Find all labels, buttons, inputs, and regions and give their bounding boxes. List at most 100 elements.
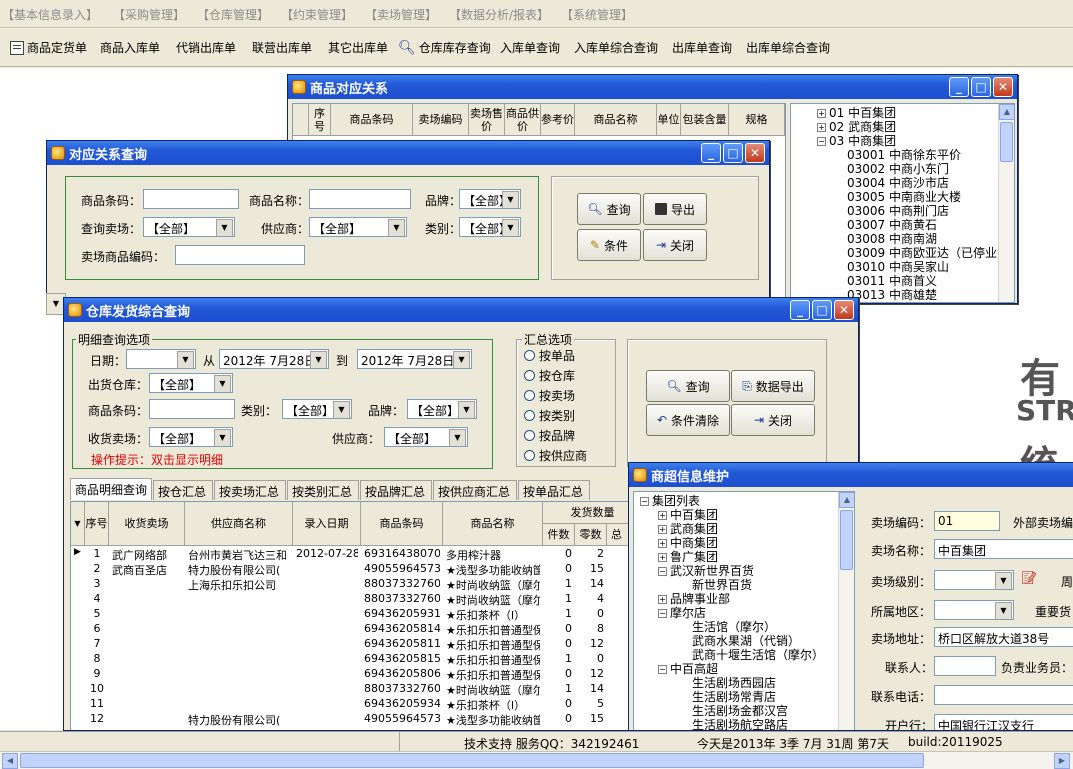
col-header[interactable]: 序号 — [309, 104, 331, 136]
scroll-thumb[interactable] — [20, 753, 924, 768]
tree-node[interactable]: 武商十堰生活馆（摩尔） — [692, 648, 824, 662]
radio-by-store[interactable]: 按卖场 — [524, 387, 575, 404]
category-select[interactable]: 【全部】 — [282, 399, 352, 419]
close-shipment-button[interactable]: ⇥ 关闭 — [731, 404, 815, 436]
store-tree[interactable]: +01 中百集团 +02 武商集团 −03 中商集团 03001 中商徐东平价 0300… — [790, 103, 1015, 303]
table-row[interactable]: 12 特力股份有限公司(490559645731 ★浅型多功能收纳筐 0 15 — [71, 711, 643, 727]
barcode-input[interactable] — [143, 189, 239, 209]
expand-icon[interactable]: + — [658, 539, 667, 548]
menu-basic-info[interactable]: 【基本信息录入】 — [2, 6, 98, 23]
tree-node[interactable]: 03005 中南商业大楼 — [847, 190, 961, 204]
expand-icon[interactable]: + — [658, 553, 667, 562]
menu-constraint[interactable]: 【约束管理】 — [281, 6, 353, 23]
collapse-icon[interactable]: − — [640, 497, 649, 506]
col-header[interactable]: 规格 — [729, 104, 785, 136]
product-name-input[interactable] — [309, 189, 411, 209]
radio-by-category[interactable]: 按类别 — [524, 407, 575, 424]
radio-by-item[interactable]: 按单品 — [524, 347, 575, 364]
store-name-input[interactable]: 中百集团 — [934, 539, 1073, 559]
brand-select[interactable]: 【全部】 — [407, 399, 477, 419]
export-data-button[interactable]: ⎘ 数据导出 — [731, 370, 815, 402]
scroll-thumb[interactable] — [1000, 122, 1013, 162]
tree-node[interactable]: 03007 中商黄石 — [847, 218, 937, 232]
tree-node[interactable]: 生活剧场金都汉宫 — [692, 704, 788, 718]
table-row[interactable]: 3上海乐扣乐扣公司880373327602★时尚收纳篮（摩尔）114 — [71, 576, 643, 592]
table-row[interactable]: 8 694362058152 ★乐扣乐扣普通型保 1 0 — [71, 651, 643, 667]
tree-node[interactable]: − 摩尔店 — [658, 606, 706, 620]
col-header[interactable]: 件数 — [543, 524, 575, 546]
scroll-up-button[interactable]: ▲ — [999, 104, 1014, 120]
toolbar-outbound-summary-button[interactable]: 出库单综合查询 — [746, 39, 830, 56]
table-row[interactable]: 4880373327606★时尚收纳篮（摩尔）14 — [71, 591, 643, 607]
expand-icon[interactable]: + — [817, 123, 826, 132]
collapse-icon[interactable]: − — [658, 609, 667, 618]
maximize-button[interactable]: □ — [971, 77, 991, 97]
window-titlebar[interactable]: 商品对应关系 _ □ ✕ — [288, 75, 1017, 99]
minimize-button[interactable]: _ — [790, 300, 810, 320]
expand-icon[interactable]: + — [817, 109, 826, 118]
tree-node[interactable]: −03 中商集团 — [817, 134, 896, 148]
scroll-right-button[interactable]: ▶ — [1054, 753, 1070, 769]
radio-by-warehouse[interactable]: 按仓库 — [524, 367, 575, 384]
menu-analysis[interactable]: 【数据分析/报表】 — [449, 6, 549, 23]
minimize-button[interactable]: _ — [949, 77, 969, 97]
toolbar-order-button[interactable]: 商品定货单 — [10, 39, 87, 56]
warehouse-select[interactable]: 【全部】 — [149, 373, 233, 393]
collapse-icon[interactable]: − — [658, 567, 667, 576]
tree-node[interactable]: 03009 中商欧亚达（已停业 — [847, 246, 997, 260]
tree-node[interactable]: +01 中百集团 — [817, 106, 896, 120]
scroll-up-button[interactable]: ▲ — [839, 492, 854, 508]
col-header[interactable]: 录入日期 — [293, 502, 361, 546]
table-row[interactable]: 2 武商百圣店 特力股份有限公司(490559645733 ★浅型多功能收纳筐 0 15 — [71, 561, 643, 577]
phone-input[interactable] — [934, 685, 1073, 705]
close-button[interactable]: ✕ — [993, 77, 1013, 97]
toolbar-other-out-button[interactable]: 其它出库单 — [328, 39, 388, 56]
tab-by-brand[interactable]: 按品牌汇总 — [360, 480, 432, 500]
to-date-picker[interactable]: 2012年 7月28日 — [357, 349, 472, 369]
tree-node[interactable]: 新世界百货 — [692, 578, 752, 592]
tab-by-item[interactable]: 按单品汇总 — [518, 480, 590, 500]
store-level-select[interactable] — [934, 570, 1014, 590]
toolbar-inbound-summary-button[interactable]: 入库单综合查询 — [574, 39, 658, 56]
clear-conditions-button[interactable]: ↶ 条件清除 — [646, 404, 730, 436]
table-row[interactable]: 5 694362059314 ★乐扣茶杯（I） 1 0 — [71, 606, 643, 622]
close-button[interactable]: ✕ — [834, 300, 854, 320]
expand-icon[interactable]: + — [658, 511, 667, 520]
col-header[interactable]: 卖场售价 — [469, 104, 505, 136]
menu-warehouse[interactable]: 【仓库管理】 — [197, 6, 269, 23]
tab-by-category[interactable]: 按类别汇总 — [287, 480, 359, 500]
barcode-input[interactable] — [149, 399, 235, 419]
table-row[interactable]: 7 694362058110 ★乐扣乐扣普通型保 0 12 — [71, 636, 643, 652]
main-horizontal-scrollbar[interactable]: ◀ ▶ — [0, 751, 1073, 769]
tree-node[interactable]: + 品牌事业部 — [658, 592, 730, 606]
tree-node[interactable]: + 鲁广集团 — [658, 550, 718, 564]
tree-node[interactable]: 武商水果湖（代销） — [692, 634, 800, 648]
table-row[interactable]: 10880373327605★时尚收纳篮（摩尔）114 — [71, 681, 643, 697]
table-row[interactable]: ▶ 1 武广网络部 台州市黄岩飞达三和 2012-07-28 693164380701 多用… — [71, 546, 643, 562]
tree-node[interactable]: − 武汉新世界百货 — [658, 564, 754, 578]
query-button[interactable]: 🔍︎ 查询 — [577, 193, 641, 225]
tree-node[interactable]: 生活剧场航空路店 — [692, 718, 788, 730]
toolbar-outbound-query-button[interactable]: 出库单查询 — [672, 39, 732, 56]
toolbar-stock-query-button[interactable]: 🔍︎ 仓库库存查询 — [398, 39, 491, 56]
contact-input[interactable] — [934, 656, 996, 676]
tab-by-warehouse[interactable]: 按仓汇总 — [153, 480, 213, 500]
edit-level-icon[interactable]: 📝︎ — [1021, 571, 1038, 586]
table-row[interactable]: 6 694362058140 ★乐扣乐扣普通型保 0 8 — [71, 621, 643, 637]
scroll-thumb[interactable] — [840, 510, 853, 570]
window-titlebar[interactable]: 仓库发货综合查询 _ □ ✕ — [64, 298, 858, 322]
tree-scrollbar[interactable]: ▲ — [998, 104, 1014, 302]
col-header[interactable]: 商品条码 — [331, 104, 413, 136]
supplier-select[interactable]: 【全部】 — [309, 217, 407, 237]
col-header[interactable]: 供应商名称 — [185, 502, 293, 546]
store-code-input[interactable]: 01 — [934, 511, 1000, 531]
condition-button[interactable]: ✎ 条件 — [577, 229, 641, 261]
scroll-left-button[interactable]: ◀ — [2, 753, 18, 769]
col-header[interactable]: 商品名称 — [575, 104, 657, 136]
collapse-icon[interactable]: − — [658, 665, 667, 674]
toolbar-joint-out-button[interactable]: 联营出库单 — [252, 39, 312, 56]
toolbar-inbound-query-button[interactable]: 入库单查询 — [500, 39, 560, 56]
window-titlebar[interactable]: 商超信息维护 — [629, 463, 1073, 487]
table-row[interactable]: 9 694362058060 ★乐扣乐扣普通型保 0 12 — [71, 666, 643, 682]
tree-node[interactable]: 生活剧场常青店 — [692, 690, 776, 704]
